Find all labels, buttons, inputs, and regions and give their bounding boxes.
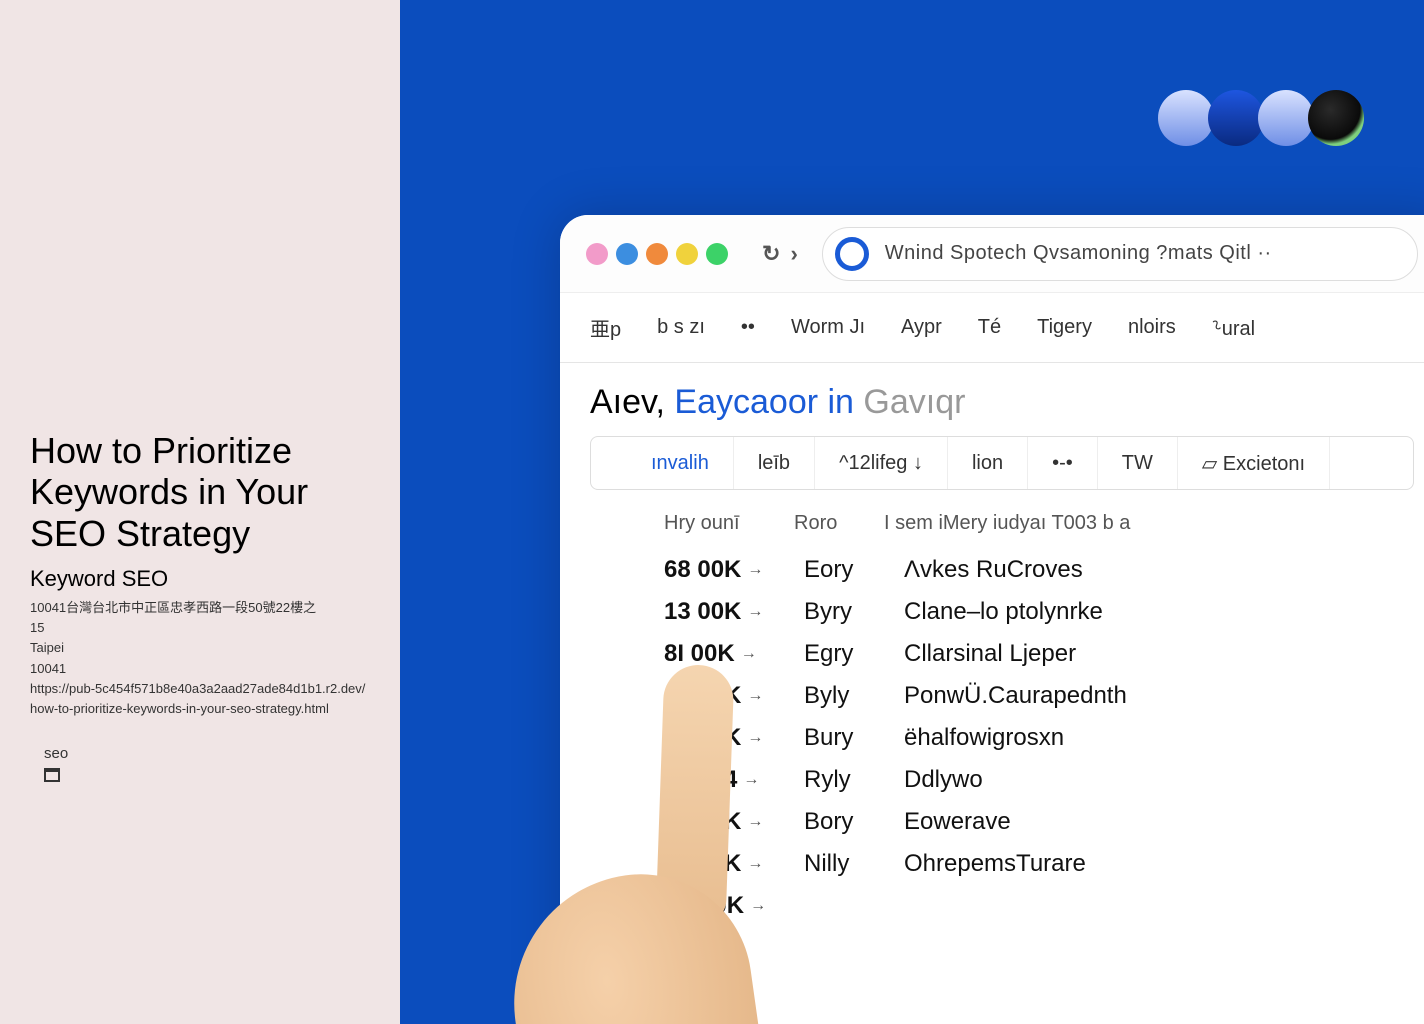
logo-cluster: [1164, 90, 1364, 146]
chevron-right-icon: →: [747, 687, 763, 705]
table-header: Hry ounī Roro I sem iMery iudyaı T003 b …: [590, 504, 1414, 549]
table-row[interactable]: 17 004→RylyDdlywo: [664, 759, 1414, 801]
tab-item[interactable]: ⸊ural: [1212, 314, 1255, 341]
data-rows: 68 00K→EoryΛvkes RuCroves 13 00K→ByryCla…: [590, 549, 1414, 927]
table-row[interactable]: 8E 00K→: [664, 885, 1414, 927]
filter-button[interactable]: TW: [1098, 437, 1178, 489]
tab-item[interactable]: ••: [741, 316, 755, 339]
filter-toolbar: ınvalih leīb ^12lifeg ↓ lion •-• TW ▱ Ex…: [590, 436, 1414, 490]
sidebar: How to Prioritize Keywords in Your SEO S…: [0, 0, 400, 1024]
filter-button[interactable]: leīb: [734, 437, 815, 489]
hero-area: ↻ › Wnind Spotech Qvsamoning ?mats Qitl …: [400, 0, 1424, 1024]
chevron-right-icon: →: [747, 855, 763, 873]
page-subtitle: Keyword SEO: [30, 566, 370, 592]
reload-icon[interactable]: ↻: [762, 241, 780, 267]
meta-address1: 10041台灣台北市中正區忠孝西路一段50號22樓之: [30, 598, 370, 618]
traffic-lights: [586, 243, 728, 265]
tab-item[interactable]: Aypr: [901, 316, 942, 339]
tab-item[interactable]: Worm Jı: [791, 316, 865, 339]
chevron-right-icon: →: [750, 897, 766, 915]
meta-address2: 15: [30, 618, 370, 638]
meta-zip: 10041: [30, 659, 370, 679]
col-header[interactable]: Roro: [794, 512, 854, 535]
tab-bar: 亜p b s zı •• Worm Jı Aypr Té Tigery nloi…: [560, 293, 1424, 363]
chevron-right-icon: →: [743, 771, 759, 789]
table-row[interactable]: 13 00K→ByryClane–lo ptolynrke: [664, 591, 1414, 633]
table-row[interactable]: 80 00K→BylyPonwÜ.Caurapednth: [664, 675, 1414, 717]
table-row[interactable]: 68 00K→EoryΛvkes RuCroves: [664, 549, 1414, 591]
tag-seo[interactable]: seo: [30, 739, 82, 768]
address-text: Wnind Spotech Qvsamoning ?mats Qitl ··: [885, 242, 1272, 265]
filter-button[interactable]: ▱ Excietonı: [1178, 437, 1330, 489]
logo-icon: [1308, 90, 1364, 146]
tab-item[interactable]: 亜p: [590, 313, 621, 342]
chevron-right-icon: →: [747, 729, 763, 747]
chevron-right-icon: →: [747, 813, 763, 831]
chevron-right-icon: →: [741, 645, 757, 663]
expand-icon[interactable]: [44, 768, 60, 782]
filter-button[interactable]: •-•: [1028, 437, 1098, 489]
forward-arrow-icon[interactable]: ›: [790, 241, 797, 267]
table-row[interactable]: 8I 00K→EgryCllarsinal Ljeper: [664, 633, 1414, 675]
col-header[interactable]: I sem iMery iudyaı T003 b a: [884, 512, 1130, 535]
traffic-light-icon[interactable]: [706, 243, 728, 265]
tab-item[interactable]: Té: [978, 316, 1001, 339]
traffic-light-icon[interactable]: [646, 243, 668, 265]
filter-button[interactable]: lion: [948, 437, 1028, 489]
browser-window: ↻ › Wnind Spotech Qvsamoning ?mats Qitl …: [560, 215, 1424, 1024]
logo-icon: [1208, 90, 1264, 146]
loader-icon: [835, 237, 869, 271]
chevron-right-icon: →: [747, 603, 763, 621]
traffic-light-icon[interactable]: [586, 243, 608, 265]
col-header[interactable]: Hry ounī: [664, 512, 764, 535]
meta-url: https://pub-5c454f571b8e40a3a2aad27ade84…: [30, 679, 370, 719]
meta-city: Taipei: [30, 638, 370, 658]
content-area: Aıev, Eaycaoor in Gavıqr ınvalih leīb ^1…: [560, 363, 1424, 927]
tab-item[interactable]: b s zı: [657, 316, 705, 339]
tab-item[interactable]: Tigery: [1037, 316, 1092, 339]
traffic-light-icon[interactable]: [616, 243, 638, 265]
table-row[interactable]: 82 00K→Buryëhalfowigrosxn: [664, 717, 1414, 759]
logo-icon: [1258, 90, 1314, 146]
page-title: How to Prioritize Keywords in Your SEO S…: [30, 430, 370, 554]
table-row[interactable]: 32 00K→BoryEowerave: [664, 801, 1414, 843]
filter-button[interactable]: ınvalih: [591, 437, 734, 489]
titlebar: ↻ › Wnind Spotech Qvsamoning ?mats Qitl …: [560, 215, 1424, 293]
traffic-light-icon[interactable]: [676, 243, 698, 265]
content-heading: Aıev, Eaycaoor in Gavıqr: [590, 383, 1414, 422]
tab-item[interactable]: nloirs: [1128, 316, 1176, 339]
address-bar[interactable]: Wnind Spotech Qvsamoning ?mats Qitl ··: [822, 227, 1418, 281]
logo-icon: [1158, 90, 1214, 146]
chevron-right-icon: →: [747, 561, 763, 579]
filter-button[interactable]: ^12lifeg ↓: [815, 437, 948, 489]
table-row[interactable]: 80 00K→NillyOhrepemsTurare: [664, 843, 1414, 885]
